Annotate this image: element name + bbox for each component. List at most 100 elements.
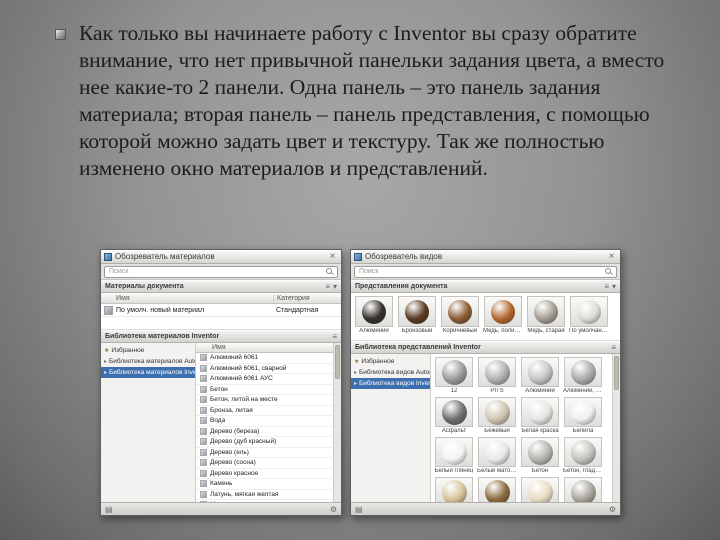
settings-gear-icon[interactable]: ⚙	[609, 505, 616, 514]
appearance-grid-item[interactable]: Белая краска	[520, 397, 560, 434]
manage-library-icon[interactable]: ▤	[105, 505, 113, 514]
appearance-grid-scrollbar[interactable]	[612, 354, 620, 502]
material-sphere-preview	[484, 439, 510, 465]
appearance-grid-item[interactable]: Береза	[434, 477, 474, 502]
material-list-item[interactable]: Вода	[196, 416, 333, 427]
tree-item-label: Избранное	[361, 358, 395, 365]
appearance-thumbnail[interactable]: Коричневый	[440, 296, 480, 340]
scrollbar-thumb[interactable]	[335, 345, 340, 379]
material-list-item[interactable]: Латунь, мягкая желтая	[196, 490, 333, 500]
thumbnail-label: Медь, старая	[527, 328, 565, 334]
thumbnail-tile	[478, 357, 516, 387]
document-material-category: Стандартная	[276, 306, 319, 314]
appearance-grid-item[interactable]: Бетон	[520, 437, 560, 474]
material-list-column-header[interactable]: Имя	[196, 343, 333, 353]
appearance-grid-item[interactable]: Белила	[563, 397, 603, 434]
material-sphere-preview	[362, 299, 386, 324]
appearance-grid-item[interactable]: Ваниль	[520, 477, 560, 502]
appearance-grid-item[interactable]: Бежевый	[477, 397, 517, 434]
material-list-item[interactable]: Камень	[196, 479, 333, 490]
tree-item-autodesk-material-library[interactable]: ▸ Библиотека материалов Autodesk	[101, 356, 195, 367]
tree-item-inventor-appearance-library[interactable]: ▸ Библиотека видов Inventor	[351, 378, 430, 389]
column-name[interactable]: Имя	[101, 295, 273, 302]
material-list-item[interactable]: Дерево (сосна)	[196, 458, 333, 469]
material-list-item[interactable]: Алюминий 6061 АУС	[196, 374, 333, 385]
thumbnail-tile	[478, 477, 516, 502]
appearance-library-section-header: Библиотека представлений Inventor ≡	[351, 341, 620, 354]
settings-gear-icon[interactable]: ⚙	[330, 505, 337, 514]
appearance-thumbnail[interactable]: По умолчанию	[569, 296, 609, 340]
appearance-grid-item[interactable]: Асфальт	[434, 397, 474, 434]
thumbnail-label: Алюминий, анодир.	[563, 388, 603, 394]
tree-item-label: Библиотека видов Autodesk	[359, 369, 430, 376]
tree-item-autodesk-appearance-library[interactable]: ▸ Библиотека видов Autodesk	[351, 367, 430, 378]
material-name: Бетон, литой на месте	[210, 396, 278, 404]
material-swatch-icon	[200, 490, 207, 498]
appearance-grid-item[interactable]: Белый матовый	[477, 437, 517, 474]
view-options-icon[interactable]: ≡	[325, 282, 330, 291]
appearance-thumbnail[interactable]: Медь, полированная	[483, 296, 523, 340]
material-sphere-preview	[405, 299, 429, 324]
thumbnail-tile	[435, 357, 473, 387]
expand-arrow-icon[interactable]: ▸	[354, 380, 357, 387]
thumbnail-tile	[564, 357, 602, 387]
appearance-thumbnail[interactable]: Алюминий	[354, 296, 394, 340]
material-list-item[interactable]: Бетон, литой на месте	[196, 395, 333, 406]
material-list-item[interactable]: Дерево (дуб красный)	[196, 437, 333, 448]
search-icon	[605, 267, 613, 276]
expand-arrow-icon[interactable]: ▸	[354, 369, 357, 376]
appearance-thumbnail[interactable]: Медь, старая	[526, 296, 566, 340]
material-list-item[interactable]: Алюминий 6061, сварной	[196, 364, 333, 374]
appearance-browser-titlebar[interactable]: Обозреватель видов ×	[351, 250, 620, 264]
material-list-scrollbar[interactable]	[333, 343, 341, 502]
tree-item-inventor-material-library[interactable]: ▸ Библиотека материалов Inventor	[101, 367, 195, 378]
appearance-grid-item[interactable]: Белый глянец	[434, 437, 474, 474]
appearance-grid-item[interactable]: 12	[434, 357, 474, 394]
appearance-grid-item[interactable]: Алюминий, анодир.	[563, 357, 603, 394]
appearance-thumbnail[interactable]: Бронзовый	[397, 296, 437, 340]
sort-icon[interactable]: ▾	[612, 282, 616, 291]
expand-arrow-icon[interactable]: ▸	[104, 369, 107, 376]
thumbnail-label: 12	[450, 388, 458, 394]
close-icon[interactable]: ×	[606, 251, 617, 262]
library-menu-icon[interactable]: ≡	[611, 343, 616, 352]
appearance-grid-item[interactable]: PITS	[477, 357, 517, 394]
appearance-grid-item[interactable]: Бронза	[477, 477, 517, 502]
material-list-item[interactable]: Дерево (ель)	[196, 448, 333, 458]
tree-item-favorites[interactable]: ★ Избранное	[101, 345, 195, 356]
document-material-row[interactable]: По умолч. новый материал Стандартная	[101, 304, 341, 317]
document-materials-label: Материалы документа	[105, 283, 184, 290]
material-list-item[interactable]: Бронза, литая	[196, 406, 333, 416]
expand-arrow-icon[interactable]: ▸	[104, 358, 107, 365]
tree-item-label: Библиотека видов Inventor	[359, 380, 430, 387]
material-search-input[interactable]	[104, 265, 338, 278]
material-list-item[interactable]: Дерево (береза)	[196, 427, 333, 437]
appearance-search-input[interactable]	[354, 265, 617, 278]
appearance-grid-item[interactable]: Галька	[563, 477, 603, 502]
thumbnail-tile	[521, 397, 559, 427]
tree-item-favorites[interactable]: ★ Избранное	[351, 356, 430, 367]
close-icon[interactable]: ×	[327, 251, 338, 262]
sort-icon[interactable]: ▾	[333, 282, 337, 291]
material-list-item[interactable]: Дерево красное	[196, 469, 333, 479]
material-sphere-preview	[441, 399, 467, 425]
material-sphere-preview	[570, 359, 596, 385]
material-swatch-icon	[200, 375, 207, 383]
view-options-icon[interactable]: ≡	[604, 282, 609, 291]
material-list-item[interactable]: Бетон	[196, 385, 333, 395]
column-category[interactable]: Категория	[273, 294, 341, 302]
tree-item-label: Библиотека материалов Inventor	[109, 369, 195, 376]
appearance-grid-item[interactable]: Бетон, гладкий	[563, 437, 603, 474]
thumbnail-tile	[435, 397, 473, 427]
material-name: Дерево (сосна)	[210, 459, 256, 467]
library-menu-icon[interactable]: ≡	[332, 332, 337, 341]
thumbnail-tile	[564, 397, 602, 427]
material-browser-titlebar[interactable]: Обозреватель материалов ×	[101, 250, 341, 264]
scrollbar-thumb[interactable]	[614, 356, 619, 390]
thumbnail-tile	[570, 296, 608, 327]
material-name: Дерево (береза)	[210, 427, 260, 435]
appearance-grid-item[interactable]: Алюминий	[520, 357, 560, 394]
manage-library-icon[interactable]: ▤	[355, 505, 363, 514]
material-list-item[interactable]: Алюминий 6061	[196, 353, 333, 364]
materials-column-header[interactable]: Имя Категория	[101, 293, 341, 304]
